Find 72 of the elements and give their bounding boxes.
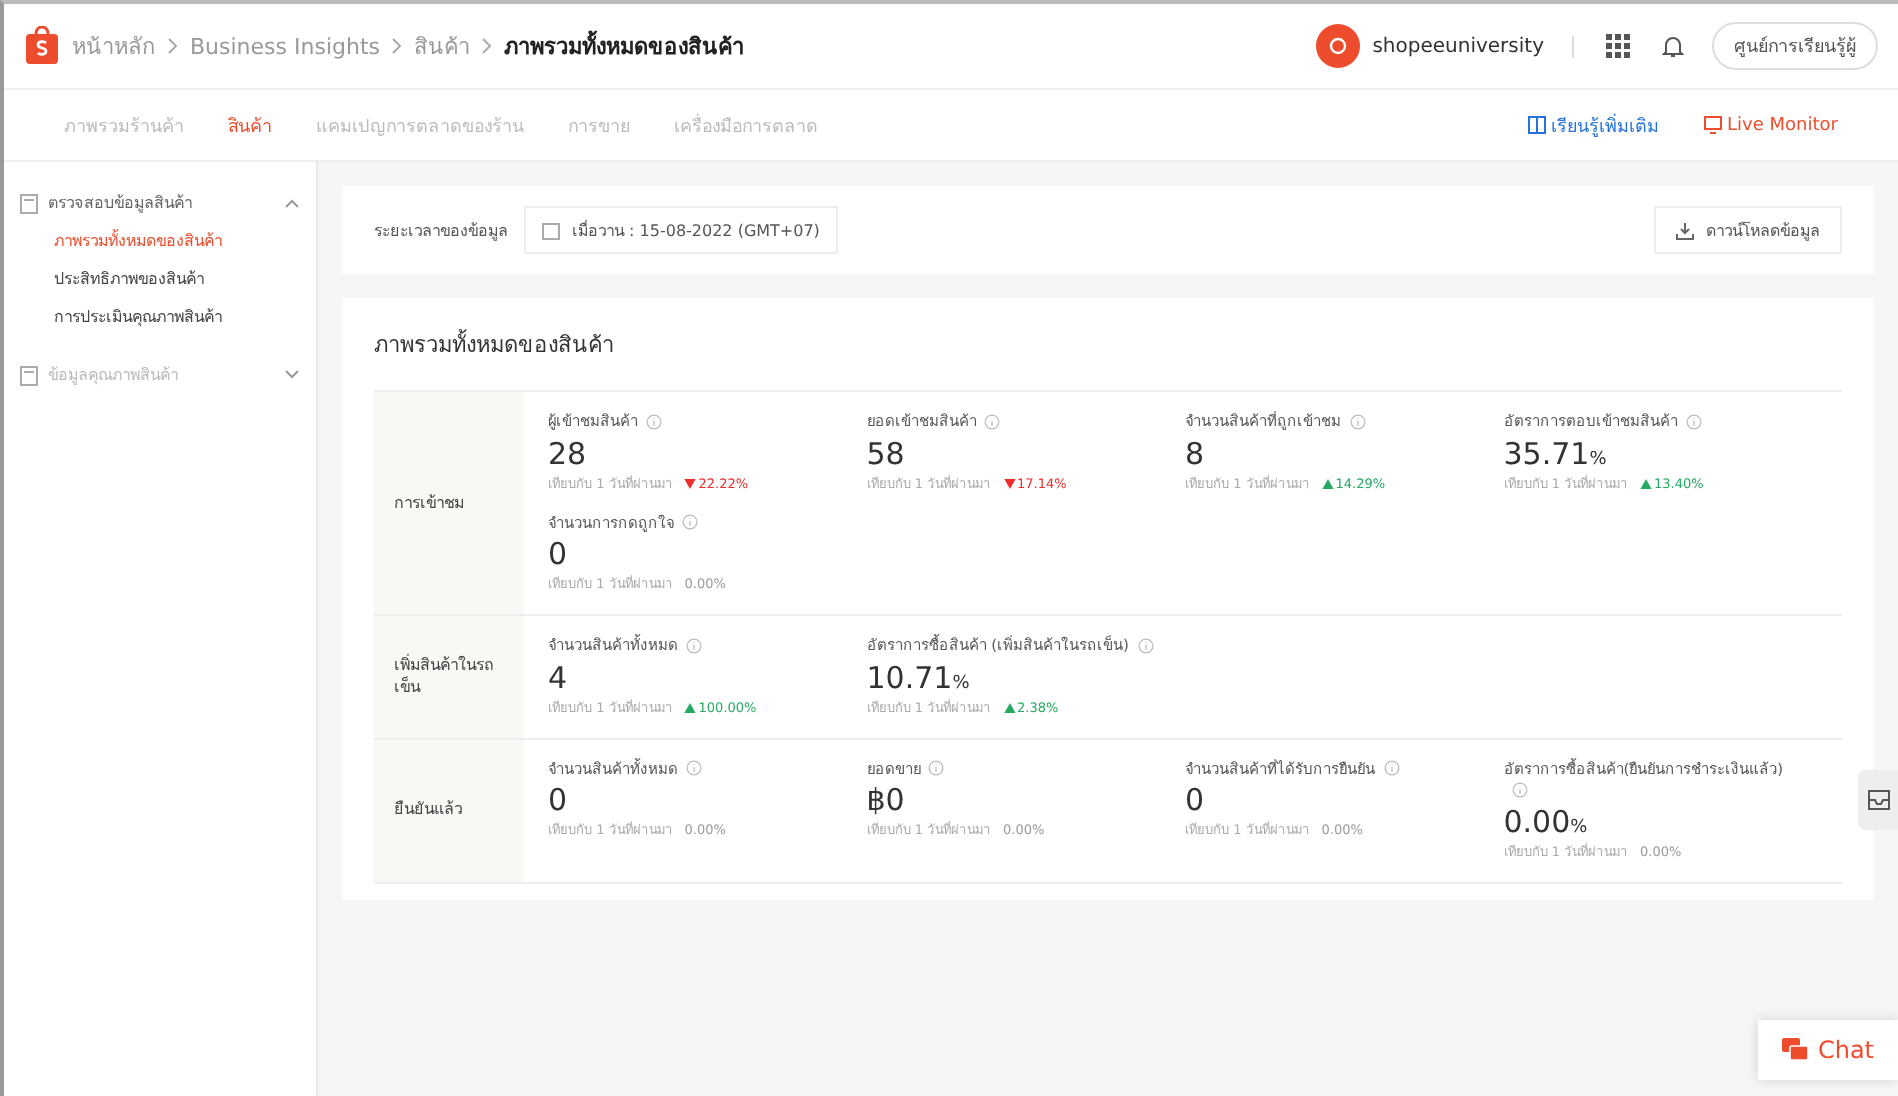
nav-tab[interactable]: แคมเปญการตลาดของร้าน <box>316 111 524 139</box>
tray-icon <box>1867 790 1889 810</box>
floating-tool-button[interactable] <box>1858 770 1898 830</box>
download-button[interactable]: ดาวน์โหลดข้อมูล <box>1654 206 1842 254</box>
sidebar-group-label[interactable]: ข้อมูลคุณภาพสินค้า <box>48 362 274 388</box>
metric-value: 10.71% <box>866 659 972 695</box>
down-triangle-icon <box>684 477 697 489</box>
metric-value: ฿0 <box>866 782 907 818</box>
calendar-icon <box>542 221 560 239</box>
metric-value: 0 <box>548 782 570 818</box>
up-triangle-icon <box>1321 477 1334 489</box>
info-icon <box>1137 637 1153 654</box>
section-label: เพิ่มสินค้าในรถเข็น <box>394 654 496 699</box>
document-icon <box>20 365 38 385</box>
info-icon <box>1383 760 1399 777</box>
chevron-right-icon <box>392 38 403 54</box>
live-monitor-link[interactable]: Live Monitor <box>1703 115 1838 135</box>
info-icon <box>1349 413 1365 430</box>
card-title: ภาพรวมทั้งหมดของสินค้า <box>374 327 616 362</box>
info-icon <box>686 637 702 654</box>
info-icon <box>1685 413 1702 430</box>
sidebar-item[interactable]: การประเมินคุณภาพสินค้า <box>20 304 300 330</box>
learn-more-link[interactable]: เรียนรู้เพิ่มเติม <box>1527 111 1660 139</box>
info-icon <box>646 413 662 430</box>
breadcrumb-link[interactable]: หน้าหลัก <box>72 28 156 64</box>
nav-tab[interactable]: การขาย <box>568 111 630 139</box>
down-triangle-icon <box>1003 477 1016 489</box>
learning-center-button[interactable]: ศูนย์การเรียนรู้ผู้ <box>1712 22 1878 70</box>
sidebar-group-label[interactable]: ตรวจสอบข้อมูลสินค้า <box>48 190 274 216</box>
date-picker[interactable]: เมื่อวาน : 15-08-2022 (GMT+07) <box>524 206 838 254</box>
metric-value: 0 <box>1185 782 1207 818</box>
chevron-up-icon[interactable] <box>284 198 300 208</box>
chat-button[interactable]: Chat <box>1757 1020 1898 1080</box>
section-label: ยืนยันแล้ว <box>394 798 462 822</box>
up-triangle-icon <box>1640 477 1653 489</box>
breadcrumb-link[interactable]: สินค้า <box>414 28 471 64</box>
info-icon <box>682 514 698 531</box>
book-icon <box>1527 116 1546 134</box>
nav-tab[interactable]: สินค้า <box>228 111 272 139</box>
info-icon <box>686 760 702 777</box>
monitor-icon <box>1703 116 1722 134</box>
metric-value: 28 <box>548 435 589 471</box>
section-label: การเข้าชม <box>394 491 464 515</box>
up-triangle-icon <box>1003 701 1016 713</box>
chevron-right-icon <box>482 38 493 54</box>
document-icon <box>20 193 38 213</box>
up-triangle-icon <box>684 701 697 713</box>
shop-name: shopeeuniversity <box>1372 35 1574 57</box>
nav-tab[interactable]: ภาพรวมร้านค้า <box>64 111 184 139</box>
chevron-right-icon <box>168 38 178 54</box>
info-icon <box>928 760 945 777</box>
sidebar-item[interactable]: ภาพรวมทั้งหมดของสินค้า <box>20 228 300 254</box>
metric-value: 0 <box>548 536 570 572</box>
info-icon <box>1511 781 1528 798</box>
breadcrumb-link[interactable]: Business Insights <box>190 33 381 59</box>
shop-bag-logo-icon[interactable] <box>24 26 60 66</box>
apps-grid-icon[interactable] <box>1606 34 1630 58</box>
download-icon <box>1676 221 1694 239</box>
metric-value: 8 <box>1185 435 1207 471</box>
filter-label: ระยะเวลาของข้อมูล <box>374 219 508 243</box>
shop-avatar[interactable] <box>1316 24 1361 68</box>
nav-tab[interactable]: เครื่องมือการตลาด <box>674 111 818 139</box>
metric-value: 0.00% <box>1503 803 1590 839</box>
metric-value: 35.71% <box>1503 435 1609 471</box>
chat-bubbles-icon <box>1781 1038 1808 1062</box>
metric-value: 4 <box>548 659 570 695</box>
sidebar-item[interactable]: ประสิทธิภาพของสินค้า <box>20 266 300 292</box>
metric-value: 58 <box>866 435 907 471</box>
bell-icon[interactable] <box>1662 34 1684 58</box>
chevron-down-icon[interactable] <box>284 370 300 380</box>
info-icon <box>984 413 1001 430</box>
date-value: เมื่อวาน : 15-08-2022 (GMT+07) <box>572 218 820 243</box>
